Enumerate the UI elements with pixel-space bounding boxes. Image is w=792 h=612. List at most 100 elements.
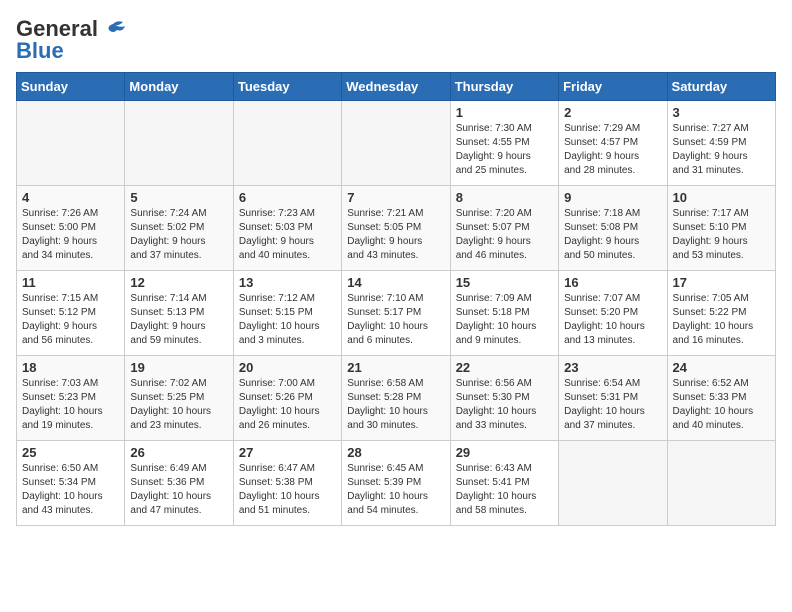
day-number: 21 bbox=[347, 360, 444, 375]
day-number: 8 bbox=[456, 190, 553, 205]
day-number: 11 bbox=[22, 275, 119, 290]
day-info: Sunrise: 7:10 AM Sunset: 5:17 PM Dayligh… bbox=[347, 292, 444, 348]
calendar-cell: 20 Sunrise: 7:00 AM Sunset: 5:26 PM Dayli… bbox=[233, 356, 341, 441]
day-info: Sunrise: 6:43 AM Sunset: 5:41 PM Dayligh… bbox=[456, 462, 553, 518]
calendar-week-row: 18Sunrise: 7:03 AM Sunset: 5:23 PM Dayli… bbox=[17, 356, 776, 441]
header: General Blue bbox=[16, 16, 776, 64]
day-info: Sunrise: 7:00 AM Sunset: 5:26 PM Dayligh… bbox=[239, 377, 336, 433]
day-number: 17 bbox=[673, 275, 770, 290]
calendar-cell bbox=[559, 441, 667, 526]
day-number: 28 bbox=[347, 445, 444, 460]
day-info: Sunrise: 7:21 AM Sunset: 5:05 PM Dayligh… bbox=[347, 207, 444, 263]
day-info: Sunrise: 7:30 AM Sunset: 4:55 PM Dayligh… bbox=[456, 122, 553, 178]
day-info: Sunrise: 7:07 AM Sunset: 5:20 PM Dayligh… bbox=[564, 292, 661, 348]
calendar-week-row: 11 Sunrise: 7:15 AM Sunset: 5:12 PM Dayli… bbox=[17, 271, 776, 356]
calendar-cell: 10 Sunrise: 7:17 AM Sunset: 5:10 PM Dayli… bbox=[667, 186, 775, 271]
day-number: 23 bbox=[564, 360, 661, 375]
day-info: Sunrise: 6:54 AM Sunset: 5:31 PM Dayligh… bbox=[564, 377, 661, 433]
calendar-cell: 3 Sunrise: 7:27 AM Sunset: 4:59 PM Daylig… bbox=[667, 101, 775, 186]
day-info: Sunrise: 7:29 AM Sunset: 4:57 PM Dayligh… bbox=[564, 122, 661, 178]
day-number: 14 bbox=[347, 275, 444, 290]
calendar-cell: 6Sunrise: 7:23 AM Sunset: 5:03 PM Daylig… bbox=[233, 186, 341, 271]
day-number: 5 bbox=[130, 190, 227, 205]
day-info: Sunrise: 7:05 AM Sunset: 5:22 PM Dayligh… bbox=[673, 292, 770, 348]
calendar-cell bbox=[233, 101, 341, 186]
day-number: 22 bbox=[456, 360, 553, 375]
day-info: Sunrise: 7:03 AM Sunset: 5:23 PM Dayligh… bbox=[22, 377, 119, 433]
calendar-cell bbox=[17, 101, 125, 186]
day-number: 16 bbox=[564, 275, 661, 290]
day-number: 20 bbox=[239, 360, 336, 375]
calendar-cell: 18Sunrise: 7:03 AM Sunset: 5:23 PM Dayli… bbox=[17, 356, 125, 441]
day-info: Sunrise: 7:27 AM Sunset: 4:59 PM Dayligh… bbox=[673, 122, 770, 178]
weekday-header-saturday: Saturday bbox=[667, 73, 775, 101]
calendar-cell: 9 Sunrise: 7:18 AM Sunset: 5:08 PM Daylig… bbox=[559, 186, 667, 271]
weekday-header-tuesday: Tuesday bbox=[233, 73, 341, 101]
calendar-cell: 17 Sunrise: 7:05 AM Sunset: 5:22 PM Dayli… bbox=[667, 271, 775, 356]
day-number: 12 bbox=[130, 275, 227, 290]
day-info: Sunrise: 7:09 AM Sunset: 5:18 PM Dayligh… bbox=[456, 292, 553, 348]
day-info: Sunrise: 7:18 AM Sunset: 5:08 PM Dayligh… bbox=[564, 207, 661, 263]
calendar-cell: 2 Sunrise: 7:29 AM Sunset: 4:57 PM Daylig… bbox=[559, 101, 667, 186]
calendar-cell: 29 Sunrise: 6:43 AM Sunset: 5:41 PM Dayli… bbox=[450, 441, 558, 526]
logo-bird-icon bbox=[99, 20, 127, 38]
calendar-cell: 21 Sunrise: 6:58 AM Sunset: 5:28 PM Dayli… bbox=[342, 356, 450, 441]
weekday-header-wednesday: Wednesday bbox=[342, 73, 450, 101]
day-info: Sunrise: 7:17 AM Sunset: 5:10 PM Dayligh… bbox=[673, 207, 770, 263]
calendar-cell: 28 Sunrise: 6:45 AM Sunset: 5:39 PM Dayli… bbox=[342, 441, 450, 526]
day-number: 10 bbox=[673, 190, 770, 205]
calendar-cell: 8 Sunrise: 7:20 AM Sunset: 5:07 PM Daylig… bbox=[450, 186, 558, 271]
day-info: Sunrise: 6:47 AM Sunset: 5:38 PM Dayligh… bbox=[239, 462, 336, 518]
day-number: 4 bbox=[22, 190, 119, 205]
calendar-table: SundayMondayTuesdayWednesdayThursdayFrid… bbox=[16, 72, 776, 526]
day-number: 19 bbox=[130, 360, 227, 375]
calendar-cell: 22 Sunrise: 6:56 AM Sunset: 5:30 PM Dayli… bbox=[450, 356, 558, 441]
calendar-cell: 11 Sunrise: 7:15 AM Sunset: 5:12 PM Dayli… bbox=[17, 271, 125, 356]
day-number: 26 bbox=[130, 445, 227, 460]
weekday-header-friday: Friday bbox=[559, 73, 667, 101]
calendar-cell: 23 Sunrise: 6:54 AM Sunset: 5:31 PM Dayli… bbox=[559, 356, 667, 441]
day-info: Sunrise: 7:15 AM Sunset: 5:12 PM Dayligh… bbox=[22, 292, 119, 348]
calendar-cell: 26Sunrise: 6:49 AM Sunset: 5:36 PM Dayli… bbox=[125, 441, 233, 526]
logo: General Blue bbox=[16, 16, 128, 64]
calendar-cell: 5 Sunrise: 7:24 AM Sunset: 5:02 PM Daylig… bbox=[125, 186, 233, 271]
day-number: 15 bbox=[456, 275, 553, 290]
calendar-cell: 13Sunrise: 7:12 AM Sunset: 5:15 PM Dayli… bbox=[233, 271, 341, 356]
day-info: Sunrise: 7:14 AM Sunset: 5:13 PM Dayligh… bbox=[130, 292, 227, 348]
day-number: 2 bbox=[564, 105, 661, 120]
day-number: 7 bbox=[347, 190, 444, 205]
day-info: Sunrise: 7:26 AM Sunset: 5:00 PM Dayligh… bbox=[22, 207, 119, 263]
weekday-header-monday: Monday bbox=[125, 73, 233, 101]
day-info: Sunrise: 6:50 AM Sunset: 5:34 PM Dayligh… bbox=[22, 462, 119, 518]
day-number: 1 bbox=[456, 105, 553, 120]
calendar-cell bbox=[667, 441, 775, 526]
day-info: Sunrise: 6:56 AM Sunset: 5:30 PM Dayligh… bbox=[456, 377, 553, 433]
calendar-cell: 7 Sunrise: 7:21 AM Sunset: 5:05 PM Daylig… bbox=[342, 186, 450, 271]
calendar-cell: 19 Sunrise: 7:02 AM Sunset: 5:25 PM Dayli… bbox=[125, 356, 233, 441]
day-number: 29 bbox=[456, 445, 553, 460]
day-info: Sunrise: 6:52 AM Sunset: 5:33 PM Dayligh… bbox=[673, 377, 770, 433]
calendar-week-row: 1 Sunrise: 7:30 AM Sunset: 4:55 PM Daylig… bbox=[17, 101, 776, 186]
day-number: 9 bbox=[564, 190, 661, 205]
day-info: Sunrise: 6:58 AM Sunset: 5:28 PM Dayligh… bbox=[347, 377, 444, 433]
day-number: 27 bbox=[239, 445, 336, 460]
calendar-cell: 14 Sunrise: 7:10 AM Sunset: 5:17 PM Dayli… bbox=[342, 271, 450, 356]
weekday-header-thursday: Thursday bbox=[450, 73, 558, 101]
calendar-cell: 25 Sunrise: 6:50 AM Sunset: 5:34 PM Dayli… bbox=[17, 441, 125, 526]
logo-blue: Blue bbox=[16, 38, 64, 64]
day-info: Sunrise: 7:02 AM Sunset: 5:25 PM Dayligh… bbox=[130, 377, 227, 433]
day-info: Sunrise: 7:23 AM Sunset: 5:03 PM Dayligh… bbox=[239, 207, 336, 263]
day-info: Sunrise: 7:20 AM Sunset: 5:07 PM Dayligh… bbox=[456, 207, 553, 263]
calendar-cell: 16 Sunrise: 7:07 AM Sunset: 5:20 PM Dayli… bbox=[559, 271, 667, 356]
calendar-cell: 27 Sunrise: 6:47 AM Sunset: 5:38 PM Dayli… bbox=[233, 441, 341, 526]
calendar-week-row: 4 Sunrise: 7:26 AM Sunset: 5:00 PM Daylig… bbox=[17, 186, 776, 271]
calendar-cell: 12 Sunrise: 7:14 AM Sunset: 5:13 PM Dayli… bbox=[125, 271, 233, 356]
day-number: 24 bbox=[673, 360, 770, 375]
calendar-week-row: 25 Sunrise: 6:50 AM Sunset: 5:34 PM Dayli… bbox=[17, 441, 776, 526]
day-number: 25 bbox=[22, 445, 119, 460]
day-info: Sunrise: 7:24 AM Sunset: 5:02 PM Dayligh… bbox=[130, 207, 227, 263]
weekday-header-sunday: Sunday bbox=[17, 73, 125, 101]
day-info: Sunrise: 6:45 AM Sunset: 5:39 PM Dayligh… bbox=[347, 462, 444, 518]
calendar-cell: 15 Sunrise: 7:09 AM Sunset: 5:18 PM Dayli… bbox=[450, 271, 558, 356]
day-number: 3 bbox=[673, 105, 770, 120]
